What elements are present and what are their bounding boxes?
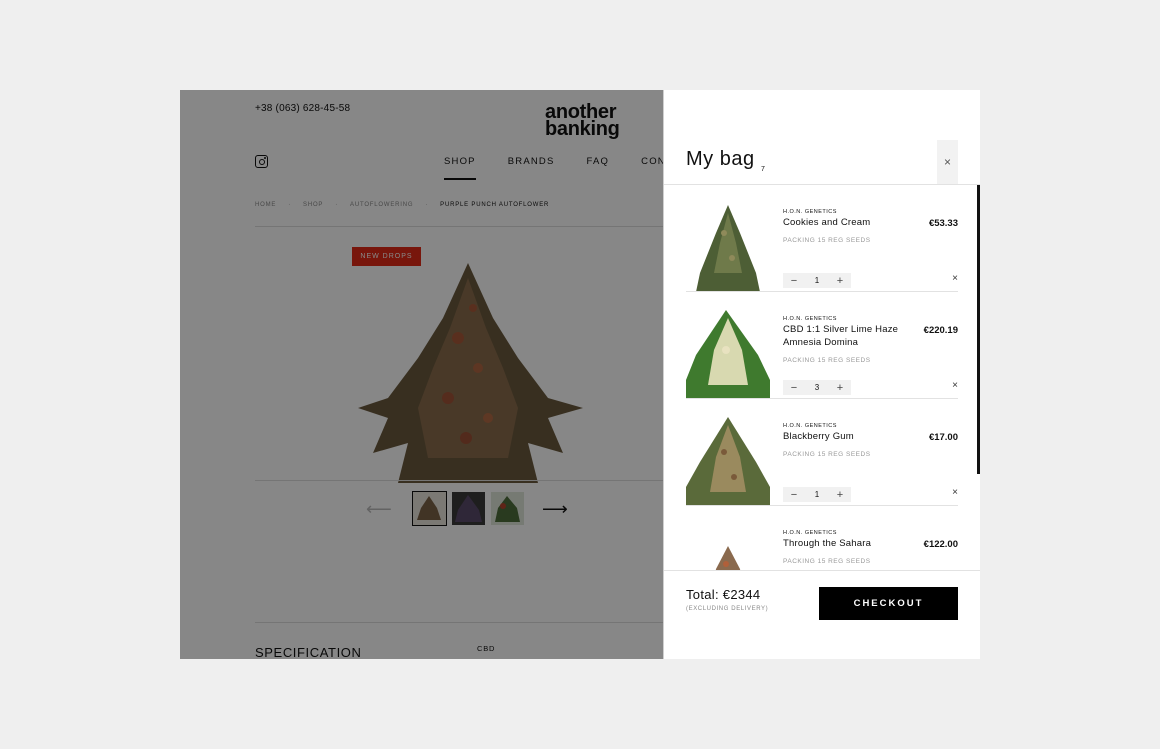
item-price: €53.33: [928, 218, 958, 229]
cart-total: Total: €2344: [686, 587, 761, 602]
decrease-button[interactable]: −: [789, 382, 799, 394]
page-overlay[interactable]: [180, 90, 663, 659]
item-image: [696, 205, 760, 292]
bag-count: 7: [761, 166, 765, 173]
quantity-stepper: − 1 +: [783, 487, 851, 502]
item-packing: PACKING 15 REG SEEDS: [783, 237, 871, 244]
quantity-stepper: − 3 +: [783, 380, 851, 395]
item-brand: H.O.N. GENETICS: [783, 530, 837, 536]
item-packing: PACKING 15 REG SEEDS: [783, 558, 871, 565]
quantity-value: 1: [814, 490, 820, 499]
item-name[interactable]: Blackberry Gum: [783, 431, 903, 444]
quantity-value: 3: [814, 383, 820, 392]
cart-item: H.O.N. GENETICS Cookies and Cream €53.33…: [686, 185, 958, 292]
increase-button[interactable]: +: [835, 489, 845, 501]
item-packing: PACKING 15 REG SEEDS: [783, 451, 871, 458]
quantity-stepper: − 1 +: [783, 273, 851, 288]
remove-icon[interactable]: ×: [952, 487, 958, 498]
cart-item: H.O.N. GENETICS Blackberry Gum €17.00 PA…: [686, 399, 958, 506]
remove-icon[interactable]: ×: [952, 380, 958, 391]
item-price: €17.00: [928, 432, 958, 443]
item-name[interactable]: Through the Sahara: [783, 538, 903, 551]
bag-title: My bag: [686, 148, 755, 170]
item-price: €220.19: [923, 325, 958, 336]
increase-button[interactable]: +: [835, 275, 845, 287]
cart-scrollbar[interactable]: [977, 185, 980, 474]
item-brand: H.O.N. GENETICS: [783, 209, 837, 215]
increase-button[interactable]: +: [835, 382, 845, 394]
divider: [664, 570, 980, 571]
item-packing: PACKING 15 REG SEEDS: [783, 357, 871, 364]
decrease-button[interactable]: −: [789, 275, 799, 287]
cart-item: H.O.N. GENETICS CBD 1:1 Silver Lime Haze…: [686, 292, 958, 399]
cart-drawer: My bag 7 × H.O.N. GENETICS Cookies and C…: [663, 90, 980, 659]
item-name[interactable]: Cookies and Cream: [783, 217, 903, 230]
decrease-button[interactable]: −: [789, 489, 799, 501]
app-frame: +38 (063) 628-45-58 another banking SHOP…: [180, 90, 980, 659]
quantity-value: 1: [814, 276, 820, 285]
item-image: [686, 310, 770, 399]
remove-icon[interactable]: ×: [952, 273, 958, 284]
excluding-delivery-note: (EXCLUDING DELIVERY): [686, 606, 769, 612]
item-brand: H.O.N. GENETICS: [783, 316, 837, 322]
close-icon[interactable]: ×: [937, 140, 958, 184]
item-price: €122.00: [923, 539, 958, 550]
cart-item: H.O.N. GENETICS Through the Sahara €122.…: [686, 506, 958, 570]
cart-items-list: H.O.N. GENETICS Cookies and Cream €53.33…: [664, 185, 980, 570]
item-image: [686, 417, 770, 506]
item-image: [715, 546, 741, 570]
checkout-button[interactable]: CHECKOUT: [819, 587, 958, 620]
item-brand: H.O.N. GENETICS: [783, 423, 837, 429]
item-name[interactable]: CBD 1:1 Silver Lime Haze Amnesia Domina: [783, 324, 903, 349]
